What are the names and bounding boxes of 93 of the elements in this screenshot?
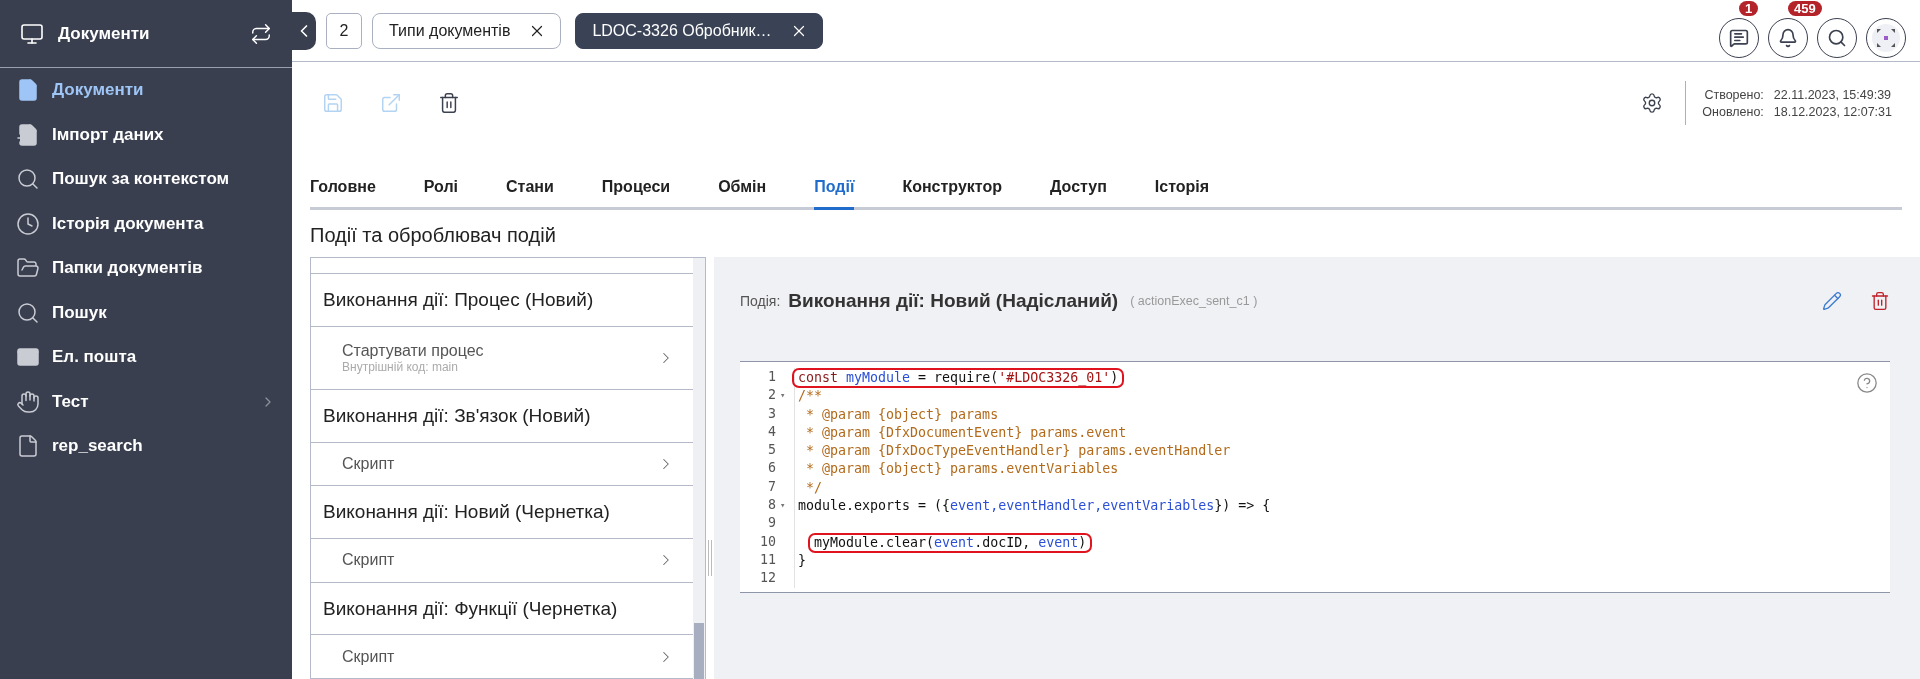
- code-line: */: [805, 478, 824, 497]
- sidebar-item[interactable]: Документи: [0, 68, 292, 113]
- list-item[interactable]: Скрипт: [311, 539, 693, 583]
- code-line: module.exports = ({event,eventHandler,eventVariables}) => {: [797, 497, 1272, 516]
- item-title: Стартувати процес: [342, 341, 485, 360]
- switch-icon[interactable]: [250, 22, 272, 45]
- meta-label: Створено:: [1703, 87, 1764, 102]
- fold-marker[interactable]: ▾: [780, 496, 790, 515]
- line-number: 1: [768, 368, 776, 386]
- code-line: /**: [797, 387, 824, 406]
- line-number: 10: [760, 532, 776, 551]
- search-button[interactable]: [1817, 18, 1857, 58]
- line-number: 3: [768, 404, 776, 423]
- scrollbar[interactable]: [693, 258, 705, 679]
- bell-icon: [1778, 28, 1798, 48]
- edit-button[interactable]: [1822, 291, 1842, 311]
- count-badge: 459: [1788, 1, 1822, 16]
- code-editor[interactable]: [740, 361, 1890, 593]
- event-title: Виконання дії: Новий (Надісланий): [788, 290, 1119, 312]
- avatar-button[interactable]: [1866, 18, 1906, 58]
- tab[interactable]: Процеси: [601, 166, 671, 210]
- sidebar-item[interactable]: Імпорт даних: [0, 112, 292, 157]
- highlighted-code-line: const myModule = require('#LDOC3326_01'): [792, 368, 1125, 388]
- document-tab[interactable]: LDOC-3326 Обробник…: [575, 12, 823, 49]
- sidebar-item[interactable]: Пошук за контекстом: [0, 157, 292, 202]
- tab[interactable]: Конструктор: [902, 166, 1002, 210]
- code-line: * @param {DfxDocumentEvent} params.event: [805, 423, 1128, 442]
- sidebar-item[interactable]: Ел. пошта: [0, 335, 292, 380]
- code-line: * @param {DfxDocTypeEventHandler} params.eventHandler: [805, 442, 1232, 461]
- resize-handle[interactable]: [708, 540, 712, 576]
- line-number: 7: [768, 477, 776, 496]
- external-link-icon: [380, 92, 402, 114]
- monitor-icon: [20, 21, 44, 46]
- tab[interactable]: Обмін: [718, 166, 767, 210]
- bell-button[interactable]: [1768, 18, 1808, 58]
- delete-button[interactable]: [1870, 291, 1890, 311]
- save-icon: [322, 92, 344, 114]
- tab[interactable]: Доступ: [1049, 166, 1107, 210]
- item-title: Скрипт: [342, 551, 396, 570]
- item-subtitle: Внутрішній код: main: [342, 359, 459, 374]
- hand-icon: [16, 389, 40, 414]
- line-number: 8: [768, 496, 776, 515]
- search-icon: [16, 167, 40, 192]
- delete-button[interactable]: [438, 92, 460, 114]
- line-number: 11: [760, 550, 776, 569]
- sidebar-item[interactable]: Історія документа: [0, 201, 292, 246]
- sidebar-title: Документи: [58, 23, 151, 44]
- trash-icon: [438, 92, 460, 114]
- sidebar-item[interactable]: Пошук: [0, 290, 292, 335]
- tab[interactable]: Ролі: [423, 166, 459, 210]
- document-icon: [16, 434, 40, 459]
- item-title: Скрипт: [342, 647, 396, 666]
- document-icon: [16, 78, 40, 103]
- list-item[interactable]: Скрипт: [311, 442, 693, 487]
- search-icon: [16, 300, 40, 325]
- search-icon: [1827, 28, 1847, 48]
- line-number: 5: [768, 441, 776, 460]
- settings-icon[interactable]: [1641, 92, 1664, 114]
- meta-label: Оновлено:: [1702, 104, 1764, 119]
- document-tab[interactable]: Типи документів: [372, 12, 562, 49]
- tab[interactable]: Події: [814, 166, 855, 210]
- highlighted-code-line: myModule.clear(event.docID, event): [808, 532, 1093, 553]
- avatar-icon: [1871, 23, 1901, 53]
- event-code: ( actionExec_sent_c1 ): [1130, 294, 1258, 308]
- tab[interactable]: Стани: [506, 166, 554, 210]
- item-title: Скрипт: [342, 455, 396, 474]
- import-icon: [16, 122, 40, 147]
- event-label: Подія:: [740, 293, 781, 309]
- meta-value: 22.11.2023, 15:49:39: [1773, 87, 1892, 102]
- meta-value: 18.12.2023, 12:07:31: [1773, 104, 1892, 119]
- fold-marker[interactable]: ▾: [780, 386, 790, 405]
- tab[interactable]: Історія: [1154, 166, 1210, 210]
- help-icon[interactable]: [1856, 372, 1878, 394]
- count-badge: 1: [1739, 1, 1759, 16]
- line-number: 12: [760, 569, 776, 588]
- line-number: 9: [768, 514, 776, 533]
- message-icon: [1729, 28, 1749, 48]
- sidebar-item[interactable]: Тест: [0, 379, 292, 424]
- list-item[interactable]: Скрипт: [311, 635, 693, 679]
- sidebar-item[interactable]: Папки документів: [0, 246, 292, 291]
- code-line: * @param {object} params: [805, 405, 1000, 424]
- clock-icon: [16, 211, 40, 236]
- line-number: 2: [768, 386, 776, 405]
- tab[interactable]: Головне: [310, 166, 376, 210]
- collapse-button[interactable]: [292, 11, 316, 50]
- message-button[interactable]: [1719, 18, 1759, 58]
- tab-count: 2: [326, 12, 362, 49]
- sidebar-item[interactable]: rep_search: [0, 424, 292, 469]
- line-number: 6: [768, 459, 776, 478]
- code-line: }: [797, 551, 807, 570]
- code-line: * @param {object} params.eventVariables: [805, 460, 1120, 479]
- line-number: 4: [768, 422, 776, 441]
- section-title: Події та оброблювач подій: [309, 223, 557, 248]
